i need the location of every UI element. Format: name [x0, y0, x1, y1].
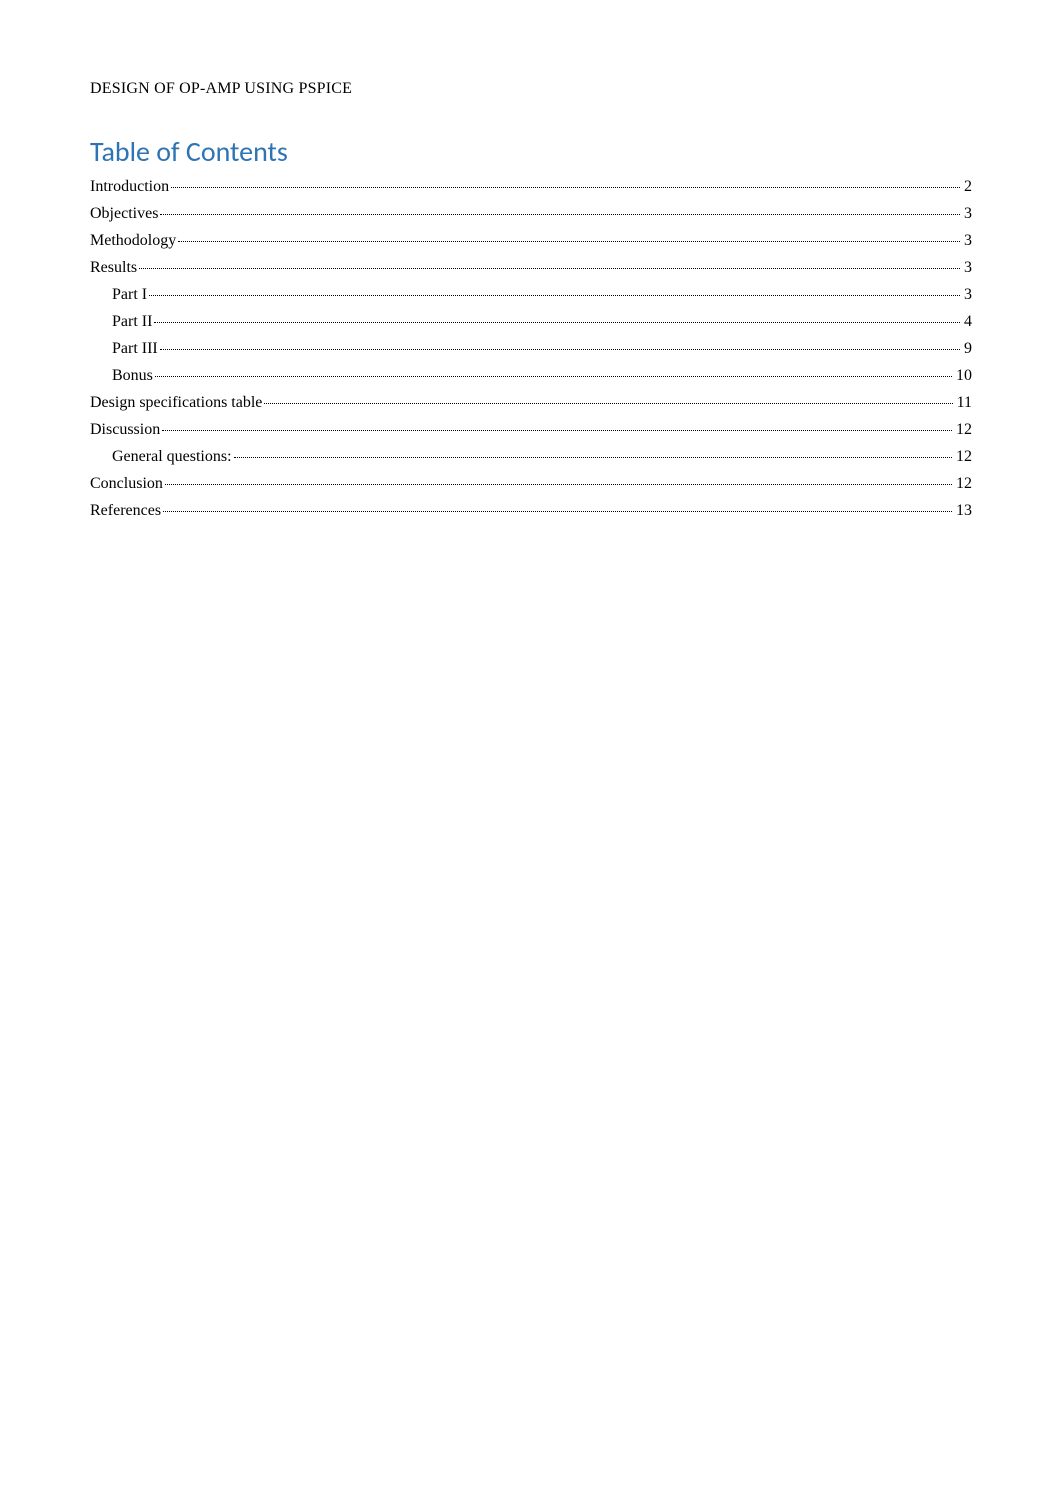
toc-entry[interactable]: Bonus 10 — [90, 368, 972, 384]
toc-entry-label: Results — [90, 260, 137, 276]
toc-entry[interactable]: Part I 3 — [90, 287, 972, 303]
toc-entry-page: 2 — [962, 179, 972, 195]
toc-entry-page: 3 — [962, 287, 972, 303]
toc-entry-label: References — [90, 503, 161, 519]
toc-entry-label: General questions: — [112, 449, 232, 465]
toc-entry-page: 11 — [955, 395, 972, 411]
toc-dot-leader — [171, 187, 960, 188]
toc-dot-leader — [154, 322, 960, 323]
toc-entry-label: Methodology — [90, 233, 176, 249]
toc-list: Introduction 2 Objectives 3 Methodology … — [90, 179, 972, 519]
toc-dot-leader — [139, 268, 960, 269]
toc-entry-label: Bonus — [112, 368, 153, 384]
toc-entry[interactable]: Part III 9 — [90, 341, 972, 357]
toc-dot-leader — [160, 349, 960, 350]
toc-dot-leader — [178, 241, 960, 242]
toc-dot-leader — [155, 376, 952, 377]
toc-entry-page: 10 — [954, 368, 972, 384]
toc-entry-label: Part II — [112, 314, 152, 330]
toc-entry[interactable]: Methodology 3 — [90, 233, 972, 249]
toc-entry-label: Design specifications table — [90, 395, 262, 411]
page-header-title: DESIGN OF OP-AMP USING PSPICE — [90, 80, 972, 98]
toc-entry[interactable]: Introduction 2 — [90, 179, 972, 195]
toc-entry-label: Conclusion — [90, 476, 163, 492]
toc-entry-label: Part III — [112, 341, 158, 357]
toc-dot-leader — [160, 214, 960, 215]
toc-entry-page: 12 — [954, 449, 972, 465]
toc-entry[interactable]: Results 3 — [90, 260, 972, 276]
toc-entry[interactable]: General questions: 12 — [90, 449, 972, 465]
toc-dot-leader — [163, 511, 952, 512]
toc-entry-label: Objectives — [90, 206, 158, 222]
toc-entry-page: 3 — [962, 206, 972, 222]
toc-entry-label: Introduction — [90, 179, 169, 195]
toc-entry-label: Discussion — [90, 422, 160, 438]
toc-entry[interactable]: Objectives 3 — [90, 206, 972, 222]
toc-entry-page: 12 — [954, 476, 972, 492]
toc-dot-leader — [149, 295, 960, 296]
toc-dot-leader — [165, 484, 952, 485]
toc-entry-page: 3 — [962, 233, 972, 249]
toc-entry-page: 3 — [962, 260, 972, 276]
toc-heading: Table of Contents — [90, 134, 972, 169]
toc-entry[interactable]: References 13 — [90, 503, 972, 519]
toc-entry-page: 13 — [954, 503, 972, 519]
toc-entry[interactable]: Discussion 12 — [90, 422, 972, 438]
toc-dot-leader — [162, 430, 952, 431]
toc-entry-label: Part I — [112, 287, 147, 303]
toc-entry-page: 9 — [962, 341, 972, 357]
toc-dot-leader — [264, 403, 952, 404]
toc-dot-leader — [234, 457, 952, 458]
toc-entry[interactable]: Part II 4 — [90, 314, 972, 330]
toc-entry-page: 12 — [954, 422, 972, 438]
toc-entry[interactable]: Conclusion 12 — [90, 476, 972, 492]
toc-entry-page: 4 — [962, 314, 972, 330]
toc-entry[interactable]: Design specifications table 11 — [90, 395, 972, 411]
